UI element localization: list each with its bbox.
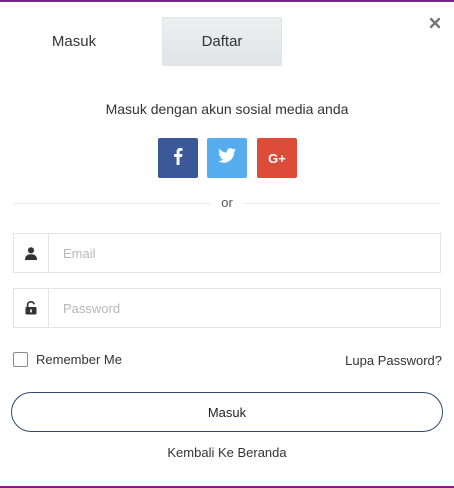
login-submit-button[interactable]: Masuk	[11, 392, 443, 432]
forgot-password-link[interactable]: Lupa Password?	[345, 353, 442, 368]
tab-daftar[interactable]: Daftar	[162, 17, 282, 66]
divider-or-text: or	[211, 195, 243, 210]
twitter-icon	[218, 148, 236, 168]
password-field	[13, 288, 441, 328]
social-login-title: Masuk dengan akun sosial media anda	[105, 101, 349, 117]
remember-me-checkbox[interactable]	[13, 352, 28, 367]
facebook-button[interactable]	[158, 138, 198, 178]
tab-masuk[interactable]: Masuk	[14, 17, 134, 66]
back-to-home: Kembali Ke Beranda	[0, 445, 454, 460]
login-submit-label: Masuk	[207, 404, 247, 420]
close-icon[interactable]	[429, 16, 441, 29]
tab-daftar-label: Daftar	[201, 33, 243, 50]
email-input[interactable]	[49, 234, 440, 272]
twitter-button[interactable]	[207, 138, 247, 178]
back-to-home-link[interactable]: Kembali Ke Beranda	[167, 445, 286, 460]
remember-me-label: Remember Me	[36, 352, 122, 367]
google-plus-label: G+	[268, 150, 286, 166]
login-modal: Masuk Daftar Masuk dengan akun sosial me…	[0, 0, 454, 488]
email-field	[13, 233, 441, 273]
remember-me[interactable]: Remember Me	[13, 352, 122, 367]
password-input[interactable]	[49, 289, 440, 327]
google-plus-button[interactable]: G+	[257, 138, 297, 178]
facebook-icon	[173, 147, 183, 170]
user-icon	[14, 234, 49, 272]
tab-masuk-label: Masuk	[51, 33, 97, 50]
lock-open-icon	[14, 289, 49, 327]
